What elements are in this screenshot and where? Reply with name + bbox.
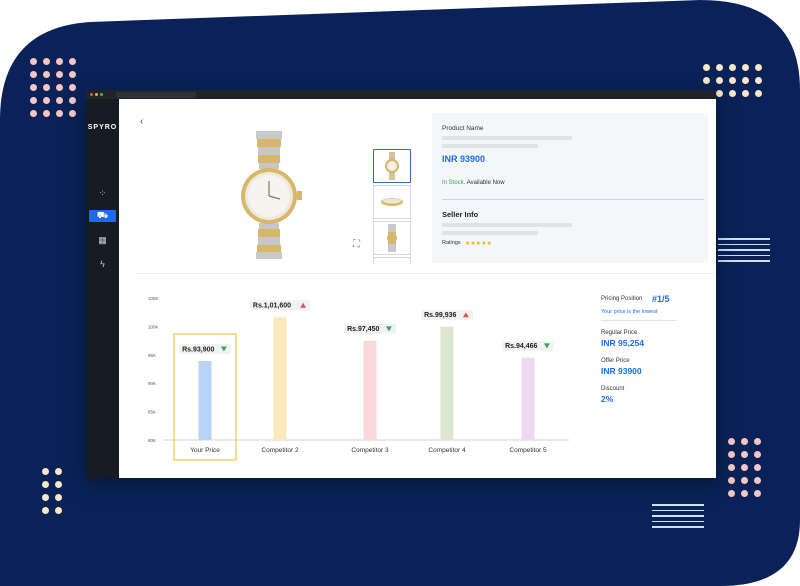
seller-placeholder (442, 223, 572, 227)
availability-text: . Available Now (463, 180, 505, 186)
seller-placeholder-2 (442, 231, 538, 235)
decor-dots-bottom-right (728, 438, 761, 497)
close-dot[interactable] (90, 93, 93, 96)
title-bar (86, 90, 716, 99)
decor-dots-bottom-left (42, 468, 62, 514)
y-tick-label: 95K (148, 353, 156, 358)
ratings-label: Ratings (442, 240, 461, 246)
y-tick-label: 100K (148, 324, 159, 329)
category-label: Competitor 2 (261, 447, 299, 454)
product-name-placeholder (442, 136, 572, 140)
app-window: SPYRO ⁘ ⛟ ▦ ϟ ‹ ⛶ Product Name INR 93900… (86, 90, 716, 478)
lightning-icon: ϟ (100, 259, 105, 269)
value-label: Rs.99,936 (424, 312, 456, 319)
bar-5 (521, 357, 535, 440)
value-label: Rs.93,900 (182, 346, 214, 353)
divider (442, 199, 704, 200)
product-image (241, 131, 302, 259)
pricing-position-label: Pricing Position (601, 296, 643, 302)
price-comparison-card: 105K 100K 95K 90K 85K 80K Rs.93,900 Your Price R… (135, 273, 715, 474)
thumbnail-more[interactable] (373, 257, 411, 264)
bar-2 (273, 317, 287, 440)
value-label: Rs.1,01,600 (253, 303, 291, 310)
y-tick-label: 80K (148, 438, 156, 443)
bar-4 (440, 326, 454, 440)
pricing-note: Your price is the lowest (601, 309, 658, 315)
bar-3 (363, 340, 377, 440)
category-label: Your Price (190, 447, 220, 454)
decor-lines-bottom (652, 504, 704, 532)
offer-price-label: Offer Price (601, 358, 630, 364)
expand-icon[interactable]: ⛶ (353, 239, 360, 250)
value-label: Rs.97,450 (347, 326, 379, 333)
sidebar-item-products[interactable]: ⛟ (89, 210, 116, 222)
rating-stars: ★★★★★ (465, 241, 492, 247)
category-label: Competitor 4 (428, 447, 466, 454)
product-name-label: Product Name (442, 125, 484, 132)
regular-price-label: Regular Price (601, 330, 638, 336)
decor-dots-top-left (30, 58, 76, 117)
thumbnail-side[interactable] (373, 185, 411, 219)
product-card: ‹ ⛶ Product Name INR 93900 In Stock. Ava… (135, 113, 708, 265)
back-icon[interactable]: ‹ (140, 116, 143, 127)
thumbnail-band[interactable] (373, 221, 411, 255)
seller-info-heading: Seller Info (442, 210, 479, 219)
thumbnail-front[interactable] (373, 149, 411, 183)
y-tick-label: 85K (148, 410, 156, 415)
in-stock-text: In Stock (442, 180, 464, 186)
minimize-dot[interactable] (95, 93, 98, 96)
maximize-dot[interactable] (100, 93, 103, 96)
sidebar: SPYRO ⁘ ⛟ ▦ ϟ (86, 99, 119, 478)
pricing-position-value: #1/5 (652, 294, 670, 304)
category-label: Competitor 3 (351, 447, 389, 454)
price-chart: 105K 100K 95K 90K 85K 80K Rs.93,900 Your Price R… (148, 296, 569, 461)
sidebar-item-dashboard[interactable]: ⁘ (89, 187, 116, 199)
main-content: ‹ ⛶ Product Name INR 93900 In Stock. Ava… (119, 99, 716, 478)
calculator-icon: ▦ (98, 234, 107, 245)
regular-price-value: INR 95,254 (601, 338, 644, 348)
y-tick-label: 105K (148, 296, 159, 301)
stock-status: In Stock. Available Now (442, 180, 505, 186)
category-label: Competitor 5 (509, 447, 547, 454)
product-price: INR 93900 (442, 154, 486, 164)
app-logo: SPYRO (87, 124, 118, 131)
products-icon: ⛟ (96, 210, 109, 220)
discount-value: 2% (601, 394, 614, 404)
sidebar-item-calculator[interactable]: ▦ (89, 234, 116, 246)
discount-label: Discount (601, 386, 625, 392)
product-info-panel: Product Name INR 93900 In Stock. Availab… (432, 113, 708, 263)
offer-price-value: INR 93900 (601, 366, 642, 376)
value-label: Rs.94,466 (505, 343, 537, 350)
browser-tab[interactable] (116, 92, 196, 98)
y-tick-label: 90K (148, 381, 156, 386)
product-name-placeholder-2 (442, 144, 538, 148)
bar-1 (198, 361, 212, 440)
pricing-divider (601, 320, 677, 321)
dashboard-icon: ⁘ (98, 187, 107, 198)
decor-lines-right (718, 238, 770, 266)
sidebar-item-lightning[interactable]: ϟ (89, 258, 116, 270)
